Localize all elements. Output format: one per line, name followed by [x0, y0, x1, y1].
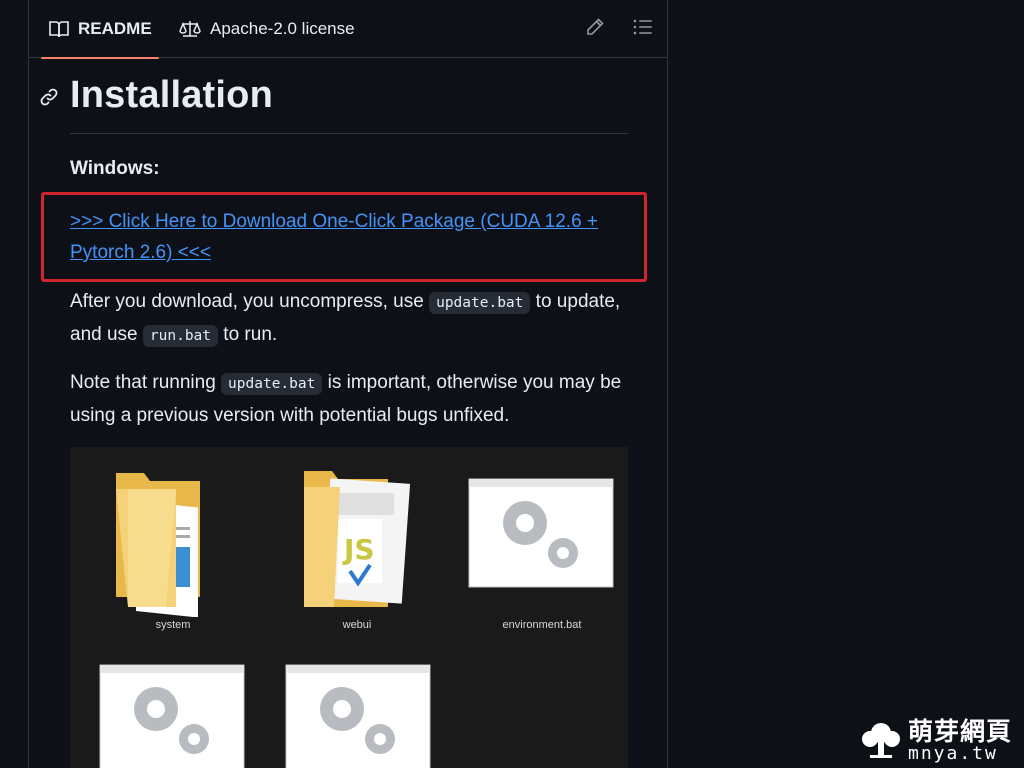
file-label: webui [342, 619, 372, 631]
tab-license-label: Apache-2.0 license [210, 19, 355, 38]
svg-text:JS: JS [342, 533, 375, 566]
instructions-paragraph: After you download, you uncompress, use … [70, 286, 630, 352]
link-anchor-icon[interactable] [39, 87, 59, 112]
batch-file-icon [467, 478, 617, 592]
edit-button[interactable] [571, 0, 619, 58]
para1-text-1: After you download, you uncompress, use [70, 291, 430, 312]
file-explorer-screenshot: system JS webui environment.bat [70, 447, 628, 768]
site-watermark: 萌芽網頁 mnya.tw [860, 719, 1012, 764]
para2-text-1: Note that running [70, 372, 222, 393]
book-icon [49, 20, 69, 38]
pencil-icon [585, 17, 605, 42]
file-item-bat [98, 663, 248, 768]
file-label: environment.bat [502, 619, 582, 631]
tab-readme-label: README [78, 19, 152, 38]
note-paragraph: Note that running update.bat is importan… [70, 367, 630, 431]
update-bat-code: update.bat [429, 292, 531, 314]
tab-license[interactable]: Apache-2.0 license [179, 0, 355, 58]
list-unordered-icon [633, 18, 653, 41]
law-icon [179, 20, 201, 38]
para1-text-3: to run. [218, 324, 278, 345]
readme-actions [571, 0, 667, 58]
readme-tabbar: README Apache-2.0 license [29, 0, 667, 59]
windows-label: Windows: [70, 158, 160, 179]
tree-logo-icon [860, 719, 902, 764]
section-heading: Installation [70, 74, 273, 116]
file-item-system: system [98, 467, 248, 637]
file-item-bat [284, 663, 434, 768]
file-label: system [155, 619, 191, 631]
update-bat-code-2: update.bat [221, 373, 323, 395]
outline-button[interactable] [619, 0, 667, 58]
run-bat-code: run.bat [142, 325, 219, 347]
watermark-zh: 萌芽網頁 [907, 717, 1012, 746]
file-item-webui: JS webui [282, 467, 432, 637]
download-package-link[interactable]: >>> Click Here to Download One-Click Pac… [70, 206, 630, 268]
file-item-environment-bat: environment.bat [467, 477, 617, 637]
readme-panel: README Apache-2.0 license Installation W… [28, 0, 668, 768]
watermark-en: mnya.tw [907, 743, 998, 765]
tab-readme[interactable]: README [41, 0, 159, 59]
heading-divider [70, 133, 628, 134]
